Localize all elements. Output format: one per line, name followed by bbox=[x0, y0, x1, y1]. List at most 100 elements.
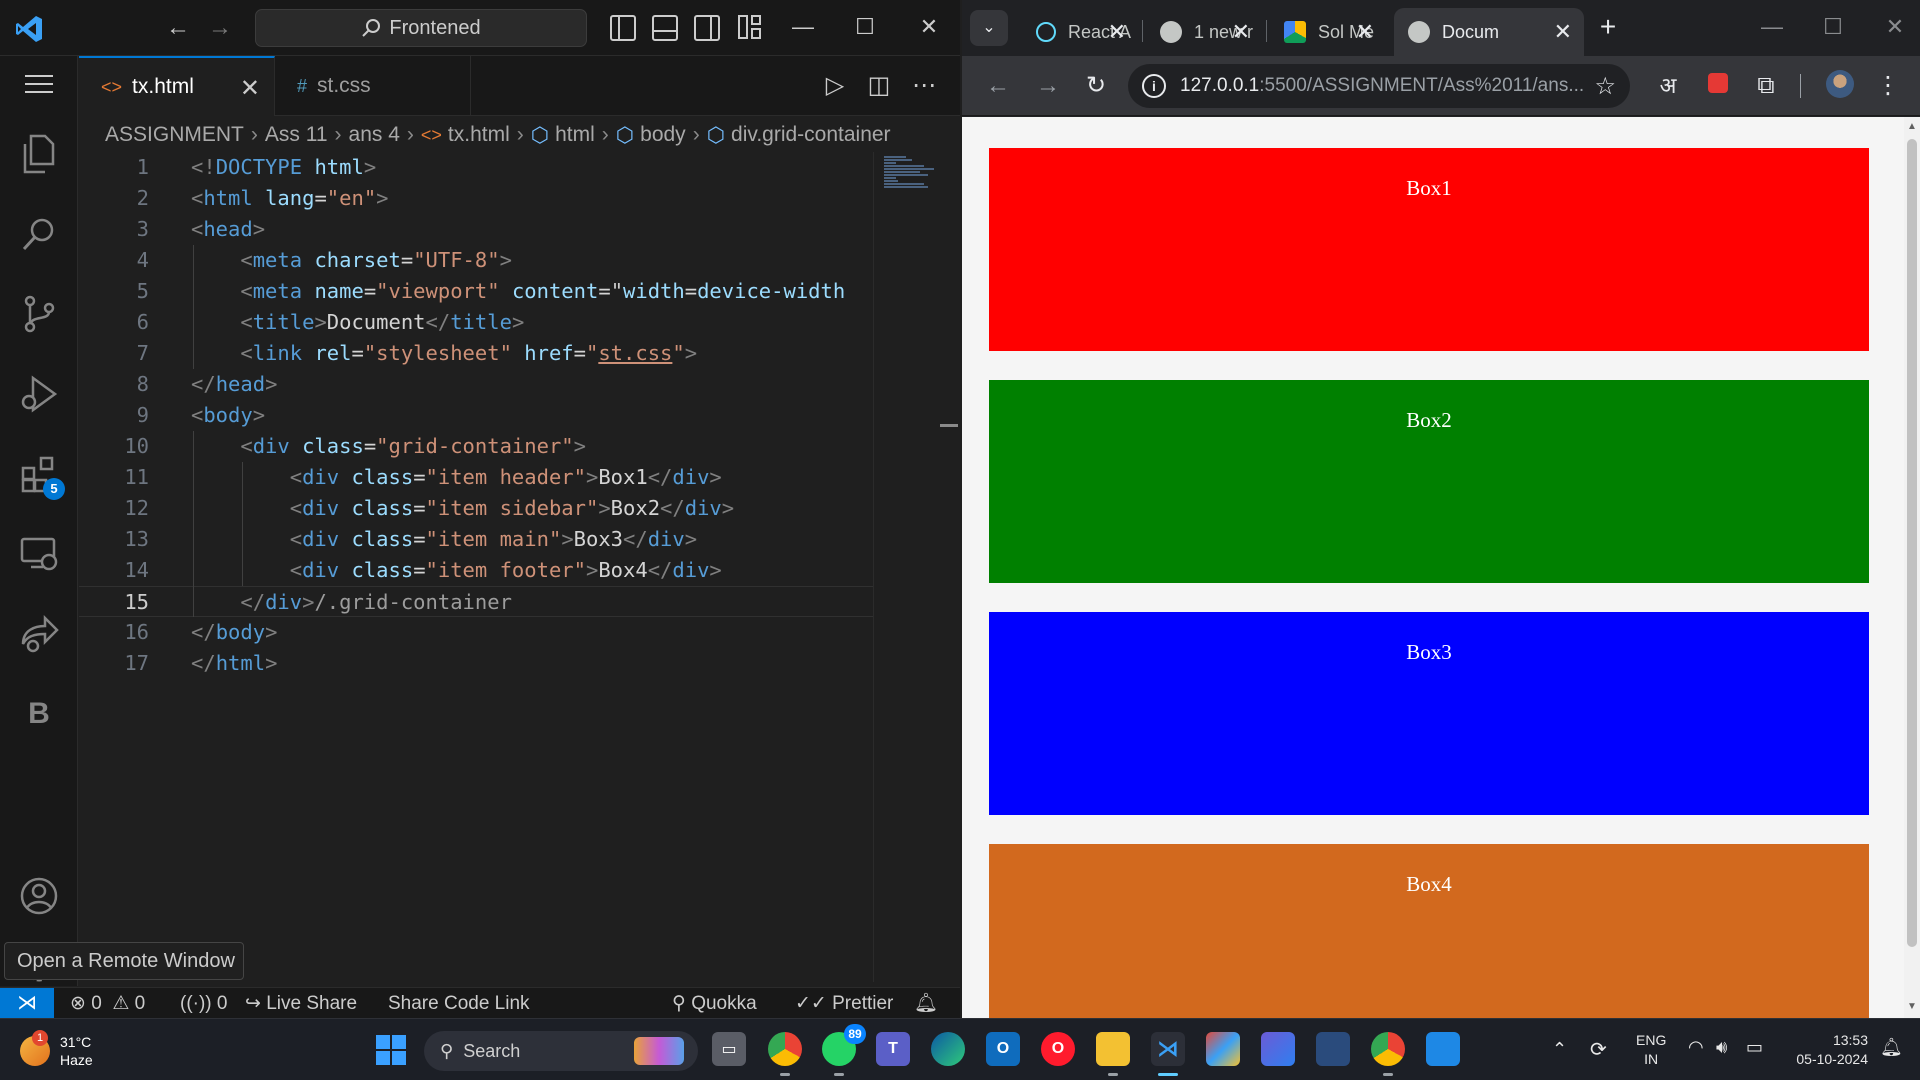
battery-icon[interactable]: ▭ bbox=[1746, 1037, 1763, 1080]
code-line[interactable]: 9 <body> bbox=[79, 400, 873, 431]
close-icon[interactable]: ✕ bbox=[1232, 19, 1250, 45]
teams-icon[interactable]: T bbox=[876, 1032, 910, 1066]
language-indicator[interactable]: ENG IN bbox=[1636, 1031, 1666, 1080]
whatsapp-icon[interactable]: 89 bbox=[822, 1024, 866, 1066]
code-editor[interactable]: 1 <!DOCTYPE html> 2 <html lang="en"> 3 <head>… bbox=[79, 152, 873, 982]
forward-arrow-icon[interactable]: → bbox=[1032, 70, 1064, 102]
extension-red-icon[interactable] bbox=[1702, 70, 1734, 102]
bootstrap-icon[interactable]: B bbox=[17, 692, 61, 736]
code-line[interactable]: 11 <div class="item header">Box1</div> bbox=[79, 462, 873, 493]
code-line[interactable]: 6 <title>Document</title> bbox=[79, 307, 873, 338]
chrome-app-icon[interactable] bbox=[768, 1032, 802, 1066]
prettier-status[interactable]: ✓✓ Prettier bbox=[795, 988, 893, 1019]
code-line[interactable]: 14 <div class="item footer">Box4</div> bbox=[79, 555, 873, 586]
share-code-link-button[interactable]: Share Code Link bbox=[388, 988, 530, 1019]
breadcrumb-item[interactable]: html bbox=[555, 123, 595, 147]
back-arrow-icon[interactable]: ← bbox=[164, 14, 192, 42]
maximize-icon[interactable]: ☐ bbox=[1818, 12, 1848, 42]
customize-layout-icon[interactable] bbox=[738, 15, 764, 41]
forward-arrow-icon[interactable]: → bbox=[206, 14, 234, 42]
snipping-tool-icon[interactable] bbox=[1316, 1032, 1350, 1066]
scroll-down-icon[interactable]: ▼ bbox=[1906, 1001, 1918, 1012]
code-line[interactable]: 15 </div>/.grid-container bbox=[79, 586, 873, 617]
close-icon[interactable]: ✕ bbox=[240, 74, 260, 103]
address-bar[interactable]: i 127.0.0.1:5500/ASSIGNMENT/Ass%2011/ans… bbox=[1128, 64, 1630, 108]
code-line[interactable]: 10 <div class="grid-container"> bbox=[79, 431, 873, 462]
maximize-icon[interactable]: ☐ bbox=[850, 12, 880, 42]
taskbar-search[interactable]: ⚲ Search bbox=[424, 1031, 698, 1071]
code-line[interactable]: 12 <div class="item sidebar">Box2</div> bbox=[79, 493, 873, 524]
new-tab-plus-icon[interactable]: + bbox=[1592, 12, 1624, 44]
breadcrumb-item[interactable]: Ass 11 bbox=[265, 123, 328, 147]
menu-icon[interactable] bbox=[17, 62, 61, 106]
copilot-icon[interactable] bbox=[1261, 1032, 1295, 1066]
tab-search-chevron-down-icon[interactable]: ⌄ bbox=[970, 10, 1008, 46]
code-line[interactable]: 17 </html> bbox=[79, 648, 873, 679]
extensions-puzzle-icon[interactable]: ⧉ bbox=[1750, 70, 1782, 102]
vscode-app-icon[interactable]: ⋊ bbox=[1151, 1032, 1185, 1066]
clock[interactable]: 13:53 05-10-2024 bbox=[1786, 1031, 1868, 1080]
volume-icon[interactable]: 🔊︎ bbox=[1716, 1037, 1727, 1080]
chrome-profile-icon[interactable] bbox=[1371, 1032, 1405, 1066]
code-line[interactable]: 1 <!DOCTYPE html> bbox=[79, 152, 873, 183]
start-button[interactable] bbox=[376, 1035, 406, 1065]
chrome-tab-react[interactable]: React A ✕ bbox=[1022, 8, 1138, 56]
remote-desktop-icon[interactable] bbox=[1426, 1032, 1460, 1066]
code-line[interactable]: 13 <div class="item main">Box3</div> bbox=[79, 524, 873, 555]
breadcrumb-item[interactable]: ASSIGNMENT bbox=[105, 123, 244, 147]
close-icon[interactable]: ✕ bbox=[1356, 19, 1374, 45]
run-icon[interactable]: ▷ bbox=[819, 70, 851, 102]
wifi-icon[interactable]: ◠ bbox=[1688, 1037, 1704, 1080]
toggle-secondary-sidebar-icon[interactable] bbox=[694, 15, 720, 41]
tray-overflow-chevron-up-icon[interactable]: ⌃ bbox=[1552, 1039, 1567, 1080]
back-arrow-icon[interactable]: ← bbox=[982, 70, 1014, 102]
live-share-icon[interactable] bbox=[17, 612, 61, 656]
toggle-primary-sidebar-icon[interactable] bbox=[610, 15, 636, 41]
tab-tx-html[interactable]: <> tx.html ✕ bbox=[79, 56, 275, 116]
ports-status[interactable]: ((·)) 0 bbox=[180, 988, 228, 1019]
live-share-status[interactable]: ↪ Live Share bbox=[245, 988, 357, 1019]
translate-button[interactable]: अ bbox=[1652, 70, 1684, 102]
edge-icon[interactable] bbox=[931, 1032, 965, 1066]
scroll-up-icon[interactable]: ▲ bbox=[1906, 121, 1918, 132]
breadcrumb-item[interactable]: body bbox=[640, 123, 686, 147]
minimize-icon[interactable]: — bbox=[1757, 12, 1787, 42]
source-control-icon[interactable] bbox=[17, 292, 61, 336]
code-line[interactable]: 7 <link rel="stylesheet" href="st.css"> bbox=[79, 338, 873, 369]
breadcrumb-item[interactable]: div.grid-container bbox=[731, 123, 891, 147]
explorer-icon[interactable] bbox=[17, 132, 61, 176]
weather-widget[interactable]: 1 31°C Haze bbox=[20, 1029, 110, 1073]
profile-avatar[interactable] bbox=[1824, 70, 1856, 102]
run-debug-icon[interactable] bbox=[17, 372, 61, 416]
problems-status[interactable]: ⊗ 0 ⚠ 0 bbox=[70, 988, 145, 1019]
bookmark-star-icon[interactable]: ☆ bbox=[1594, 72, 1616, 101]
notification-bell-icon[interactable]: 🔔︎ bbox=[1880, 1037, 1903, 1080]
more-menu-icon[interactable]: ⋮ bbox=[1872, 70, 1904, 102]
git-kraken-icon[interactable] bbox=[1206, 1032, 1240, 1066]
remote-window-button[interactable]: ⋊ bbox=[0, 988, 54, 1019]
chrome-tab-document[interactable]: Docum ✕ bbox=[1394, 8, 1584, 56]
split-editor-icon[interactable]: ◫ bbox=[863, 70, 895, 102]
breadcrumb-item[interactable]: ans 4 bbox=[349, 123, 400, 147]
task-view-icon[interactable]: ▭ bbox=[712, 1032, 746, 1066]
sync-icon[interactable]: ⟳ bbox=[1590, 1037, 1607, 1080]
code-line[interactable]: 5 <meta name="viewport" content="width=d… bbox=[79, 276, 873, 307]
minimap[interactable] bbox=[873, 152, 953, 982]
remote-explorer-icon[interactable] bbox=[17, 532, 61, 576]
breadcrumb-item[interactable]: tx.html bbox=[448, 123, 510, 147]
outlook-icon[interactable]: O bbox=[986, 1032, 1020, 1066]
page-scrollbar[interactable]: ▲ ▼ bbox=[1904, 117, 1920, 1018]
extensions-icon[interactable]: 5 bbox=[17, 452, 65, 500]
toggle-panel-icon[interactable] bbox=[652, 15, 678, 41]
code-line[interactable]: 4 <meta charset="UTF-8"> bbox=[79, 245, 873, 276]
code-line[interactable]: 8 </head> bbox=[79, 369, 873, 400]
close-icon[interactable]: ✕ bbox=[1554, 19, 1572, 45]
command-center[interactable]: Frontened bbox=[255, 9, 587, 47]
search-icon[interactable] bbox=[17, 212, 61, 256]
minimize-icon[interactable]: — bbox=[788, 12, 818, 42]
file-explorer-icon[interactable] bbox=[1096, 1032, 1130, 1066]
more-actions-icon[interactable]: ⋯ bbox=[908, 70, 940, 102]
accounts-icon[interactable] bbox=[17, 874, 61, 918]
site-info-icon[interactable]: i bbox=[1142, 74, 1166, 98]
code-line[interactable]: 16 </body> bbox=[79, 617, 873, 648]
